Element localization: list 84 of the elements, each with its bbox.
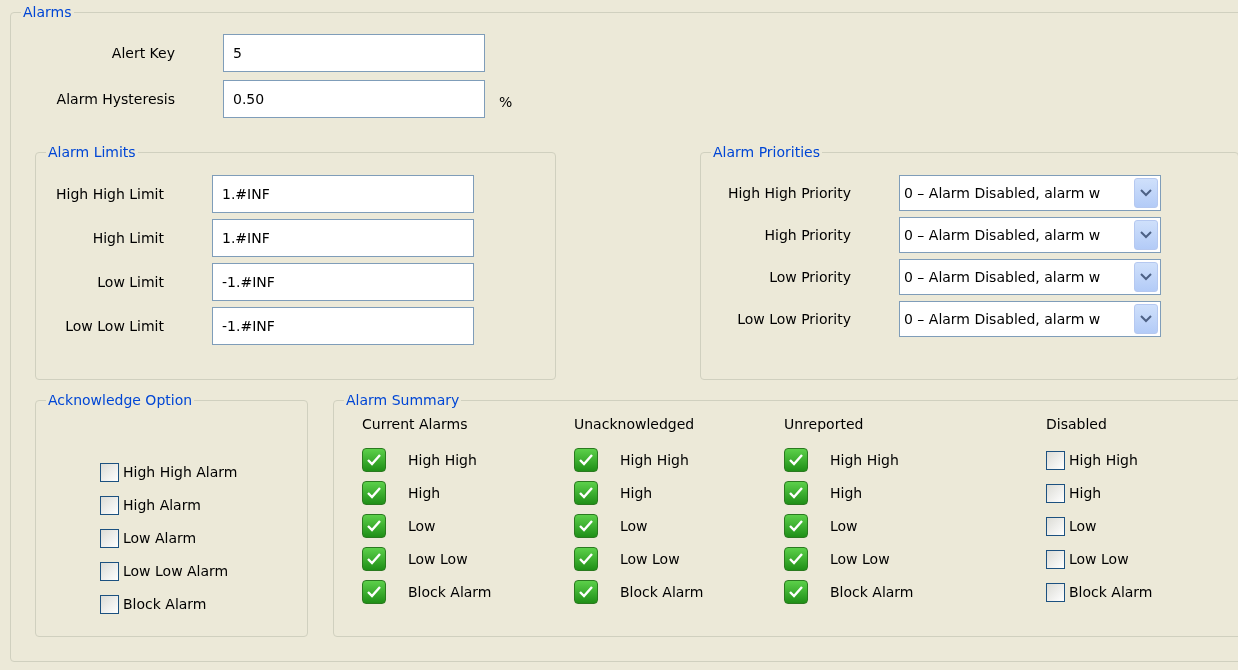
indicator-label: Block Alarm [620, 584, 704, 600]
indicator-label: High [830, 485, 863, 501]
checkbox-label: Low Low Alarm [123, 563, 229, 579]
indicator-label: Low Low [408, 551, 468, 567]
checkbox-label: Block Alarm [1069, 584, 1153, 600]
check-icon [367, 586, 381, 598]
checkbox[interactable] [100, 462, 119, 482]
indicator-label: Low [408, 518, 436, 534]
field-label: Low Priority [768, 269, 852, 285]
column-heading: Unreported [784, 416, 865, 432]
checkbox[interactable] [100, 594, 119, 614]
checkbox[interactable] [100, 561, 119, 581]
checkbox-label: High High Alarm [123, 464, 238, 480]
check-icon [367, 553, 381, 565]
column-heading: Unacknowledged [574, 416, 696, 432]
indicator-label: High [408, 485, 441, 501]
checkbox-label: High Alarm [123, 497, 201, 513]
check-icon [789, 520, 803, 532]
check-icon [579, 586, 593, 598]
indicator-label: High High [408, 452, 477, 468]
dropdown[interactable]: 0 – Alarm Disabled, alarm w [899, 259, 1161, 295]
group-title: Acknowledge Option [47, 392, 194, 408]
chevron-down-icon [1140, 315, 1152, 323]
indicator-label: Block Alarm [408, 584, 492, 600]
text-field[interactable]: 1.#INF [212, 175, 474, 213]
check-icon [367, 454, 381, 466]
check-icon [789, 487, 803, 499]
chevron-down-icon [1140, 231, 1152, 239]
check-icon [789, 553, 803, 565]
field-label: High High Priority [726, 185, 852, 201]
field-label: Alarm Hysteresis [55, 91, 176, 107]
checkbox-label: High [1069, 485, 1102, 501]
group-title: Alarm Limits [47, 144, 137, 160]
column-heading: Current Alarms [362, 416, 469, 432]
field-label: High Limit [91, 230, 165, 246]
column-heading: Disabled [1046, 416, 1108, 432]
text-field[interactable]: 1.#INF [212, 219, 474, 257]
checkbox-label: High High [1069, 452, 1138, 468]
check-icon [579, 454, 593, 466]
text-field[interactable]: 5 [223, 34, 485, 72]
check-icon [367, 520, 381, 532]
dropdown[interactable]: 0 – Alarm Disabled, alarm w [899, 217, 1161, 253]
field-label: High Priority [763, 227, 852, 243]
field-label: Alert Key [110, 45, 176, 61]
checkbox[interactable] [1046, 549, 1065, 569]
chevron-down-icon [1140, 273, 1152, 281]
checkbox[interactable] [1046, 450, 1065, 470]
checkbox[interactable] [1046, 516, 1065, 536]
indicator-label: Low Low [830, 551, 890, 567]
text-field[interactable]: -1.#INF [212, 263, 474, 301]
check-icon [789, 586, 803, 598]
indicator-label: Low Low [620, 551, 680, 567]
checkbox-label: Low [1069, 518, 1097, 534]
field-label: High High Limit [55, 186, 165, 202]
checkbox[interactable] [100, 528, 119, 548]
checkbox[interactable] [1046, 582, 1065, 602]
checkbox-label: Low Low [1069, 551, 1129, 567]
indicator-label: High High [620, 452, 689, 468]
checkbox[interactable] [100, 495, 119, 515]
dropdown[interactable]: 0 – Alarm Disabled, alarm w [899, 175, 1161, 211]
field-label: Low Low Priority [736, 311, 852, 327]
check-icon [579, 553, 593, 565]
text-field[interactable]: -1.#INF [212, 307, 474, 345]
group-title: Alarm Summary [345, 392, 461, 408]
text-field[interactable]: 0.50 [223, 80, 485, 118]
field-label: Low Limit [96, 274, 165, 290]
indicator-label: Low [830, 518, 858, 534]
unit-label: % [498, 93, 514, 110]
checkbox[interactable] [1046, 483, 1065, 503]
check-icon [579, 520, 593, 532]
indicator-label: Block Alarm [830, 584, 914, 600]
group-title: Alarms [22, 4, 73, 20]
checkbox-label: Low Alarm [123, 530, 197, 546]
checkbox-label: Block Alarm [123, 596, 207, 612]
indicator-label: Low [620, 518, 648, 534]
field-label: Low Low Limit [64, 318, 165, 334]
indicator-label: High High [830, 452, 899, 468]
check-icon [367, 487, 381, 499]
chevron-down-icon [1140, 189, 1152, 197]
indicator-label: High [620, 485, 653, 501]
check-icon [789, 454, 803, 466]
group-title: Alarm Priorities [712, 144, 821, 160]
check-icon [579, 487, 593, 499]
dropdown[interactable]: 0 – Alarm Disabled, alarm w [899, 301, 1161, 337]
